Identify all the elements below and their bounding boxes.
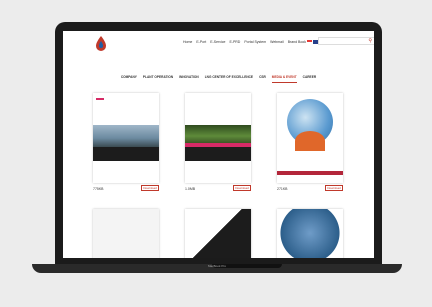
file-size: 1.0MB [185, 187, 196, 191]
top-bar: Home E-Port E-Service E-PRD Portal Syste… [63, 31, 374, 53]
company-logo[interactable] [93, 35, 109, 53]
cover-figure [295, 131, 325, 151]
publication-cover[interactable] [277, 209, 343, 258]
cover-photo [93, 125, 159, 147]
screen: Home E-Port E-Service E-PRD Portal Syste… [63, 31, 374, 258]
top-link[interactable]: Home [183, 40, 192, 44]
download-button[interactable]: Download [233, 185, 251, 191]
language-flags [307, 40, 318, 44]
file-size: 775KB [93, 187, 104, 191]
publication-card: 1.0MB Download [185, 93, 251, 191]
publication-card: 775KB Download [93, 93, 159, 191]
publication-cover[interactable] [93, 93, 159, 183]
search-input[interactable]: ⚲ [318, 37, 374, 45]
publication-card: 271KB Download [277, 93, 343, 191]
laptop-lid: Home E-Port E-Service E-PRD Portal Syste… [55, 22, 382, 267]
cover-band [277, 171, 343, 175]
search-icon[interactable]: ⚲ [368, 39, 372, 44]
download-button[interactable]: Download [141, 185, 159, 191]
top-link[interactable]: Brand Book [288, 40, 306, 44]
download-button[interactable]: Download [325, 185, 343, 191]
publication-cover[interactable] [93, 209, 159, 258]
nav-career[interactable]: CAREER [303, 75, 316, 83]
laptop-label: MacBook Pro [207, 264, 226, 268]
nav-plant-operation[interactable]: PLANT OPERATION [143, 75, 173, 83]
nav-media-event[interactable]: MEDIA & EVENT [271, 75, 297, 83]
laptop-base: MacBook Pro [32, 264, 402, 273]
nav-company[interactable]: COMPANY [121, 75, 137, 83]
cover-band [185, 147, 251, 161]
publication-cover[interactable] [185, 209, 251, 258]
top-link[interactable]: Webmail [270, 40, 284, 44]
flag-indonesia-icon[interactable] [307, 40, 312, 44]
cover-band [93, 147, 159, 161]
publication-card [185, 209, 251, 258]
publication-cover[interactable] [277, 93, 343, 183]
cover-logo [96, 98, 104, 100]
nav-lng-center[interactable]: LNG CENTER OF EXCELLENCE [205, 75, 253, 83]
file-size: 271KB [277, 187, 288, 191]
main-nav: COMPANY PLANT OPERATION INNOVATION LNG C… [63, 75, 374, 83]
publication-cover[interactable] [185, 93, 251, 183]
top-link[interactable]: E-PRD [229, 40, 240, 44]
nav-csr[interactable]: CSR [259, 75, 266, 83]
publication-card [93, 209, 159, 258]
top-links: Home E-Port E-Service E-PRD Portal Syste… [183, 40, 306, 44]
nav-innovation[interactable]: INNOVATION [179, 75, 199, 83]
top-link[interactable]: Portal System [244, 40, 266, 44]
top-link[interactable]: E-Service [210, 40, 225, 44]
publication-card [277, 209, 343, 258]
top-link[interactable]: E-Port [196, 40, 206, 44]
